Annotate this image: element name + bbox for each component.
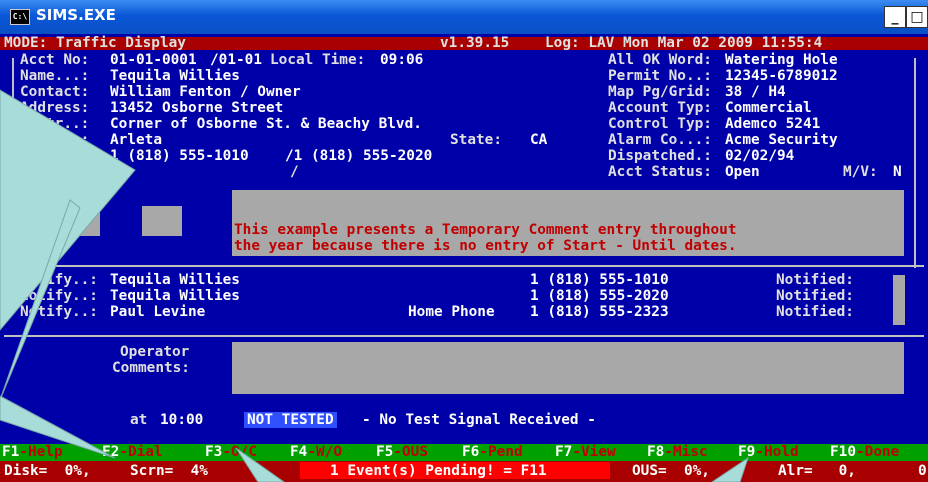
- divider-1: [4, 265, 924, 267]
- fkey-wo[interactable]: F4-W/O: [290, 444, 342, 460]
- notify-name: Tequila Willies: [110, 288, 240, 304]
- permit-value: 12345-6789012: [725, 68, 838, 84]
- operator-label-2: Comments:: [112, 360, 190, 376]
- fkey-done[interactable]: F10-Done: [830, 444, 899, 460]
- notify-label: Notify..:: [20, 304, 98, 320]
- comment-line-2: the year because there is no entry of St…: [234, 238, 737, 254]
- notify-phone: 1 (818) 555-2323: [530, 304, 669, 320]
- dispatched-value: 02/02/94: [725, 148, 795, 164]
- fkey-dial[interactable]: F2-Dial: [102, 444, 163, 460]
- phone2-value: /1 (818) 555-2020: [285, 148, 433, 164]
- start-date-field[interactable]: [60, 206, 100, 236]
- xstr-value: Corner of Osborne St. & Beachy Blvd.: [110, 116, 422, 132]
- fkey-hold[interactable]: F9-Hold: [738, 444, 799, 460]
- fkey-help[interactable]: F1-Help: [2, 444, 63, 460]
- local-time-label: Local Time:: [270, 52, 366, 68]
- state-label: State:: [450, 132, 502, 148]
- not-tested-badge: NOT TESTED: [244, 412, 337, 428]
- city-label: City...:: [20, 132, 90, 148]
- frame-left: [12, 58, 14, 268]
- status-tail: 0: [918, 463, 927, 479]
- contact-value: William Fenton / Owner: [110, 84, 301, 100]
- okword-label: All OK Word:: [608, 52, 712, 68]
- test-at-label: at: [130, 412, 148, 428]
- alarmco-value: Acme Security: [725, 132, 838, 148]
- address-label: Address:: [20, 100, 90, 116]
- ous-usage: OUS= 0%,: [632, 463, 710, 479]
- status-label: Acct Status:: [608, 164, 712, 180]
- notify-name: Paul Levine: [110, 304, 206, 320]
- fkey-view[interactable]: F7-View: [555, 444, 616, 460]
- name-label: Name...:: [20, 68, 90, 84]
- name-value: Tequila Willies: [110, 68, 240, 84]
- ctrltyp-value: Ademco 5241: [725, 116, 821, 132]
- mode-text: MODE: Traffic Display: [4, 35, 186, 51]
- notify-name: Tequila Willies: [110, 272, 240, 288]
- accttyp-label: Account Typ:: [608, 100, 712, 116]
- phone-label: Phone..:: [20, 148, 90, 164]
- sims-window: C:\ SIMS.EXE _ □ × MODE: Traffic Display…: [0, 0, 928, 482]
- minimize-button[interactable]: _: [884, 6, 906, 28]
- city-value: Arleta: [110, 132, 162, 148]
- alarm-count: Alr= 0,: [778, 463, 856, 479]
- alarmco-label: Alarm Co...:: [608, 132, 712, 148]
- permit-label: Permit No..:: [608, 68, 712, 84]
- comment-line-1: This example presents a Temporary Commen…: [234, 222, 737, 238]
- frame-right: [914, 58, 916, 268]
- notify-status: Notified:: [776, 288, 854, 304]
- local-time-value: 09:06: [380, 52, 424, 68]
- notify-label: Notify..:: [20, 272, 98, 288]
- okword-value: Watering Hole: [725, 52, 838, 68]
- state-value: CA: [530, 132, 548, 148]
- notify-type: Home Phone: [408, 304, 495, 320]
- acct-value: 01-01-0001: [110, 52, 197, 68]
- operator-comments-field[interactable]: [232, 342, 904, 394]
- map-label: Map Pg/Grid:: [608, 84, 712, 100]
- acct-sub: /01-01: [210, 52, 262, 68]
- map-value: 38 / H4: [725, 84, 786, 100]
- dispatched-label: Dispatched.:: [608, 148, 712, 164]
- fkey-misc[interactable]: F8-Misc: [647, 444, 708, 460]
- notified-checkbox-column[interactable]: [893, 275, 905, 325]
- notify-label: Notify..:: [20, 288, 98, 304]
- divider-2: [4, 335, 924, 337]
- ctrltyp-label: Control Typ:: [608, 116, 712, 132]
- notify-status: Notified:: [776, 272, 854, 288]
- xstr-label: X-Str..:: [20, 116, 90, 132]
- address-value: 13452 Osborne Street: [110, 100, 284, 116]
- operator-label-1: Operator: [120, 344, 190, 360]
- phone1-value: 1 (818) 555-1010: [110, 148, 249, 164]
- test-time: 10:00: [160, 412, 204, 428]
- until-date-field[interactable]: [142, 206, 182, 236]
- log-text: Log: LAV Mon Mar 02 2009 11:55:4: [545, 35, 823, 51]
- fkey-oc[interactable]: F3-O/C: [205, 444, 257, 460]
- title-bar[interactable]: C:\ SIMS.EXE _ □ ×: [0, 0, 928, 34]
- accttyp-value: Commercial: [725, 100, 812, 116]
- notify-status: Notified:: [776, 304, 854, 320]
- disk-usage: Disk= 0%,: [4, 463, 91, 479]
- notify-phone: 1 (818) 555-1010: [530, 272, 669, 288]
- test-message: - No Test Signal Received -: [362, 412, 596, 428]
- contact-label: Contact:: [20, 84, 90, 100]
- status-value: Open: [725, 164, 760, 180]
- acct-label: Acct No:: [20, 52, 90, 68]
- mv-value: N: [893, 164, 902, 180]
- callbk-label: Call Bk:: [20, 164, 90, 180]
- mv-label: M/V:: [843, 164, 878, 180]
- version-text: v1.39.15: [440, 35, 510, 51]
- pending-events-alert[interactable]: 1 Event(s) Pending! = F11: [330, 463, 547, 479]
- notify-phone: 1 (818) 555-2020: [530, 288, 669, 304]
- maximize-button[interactable]: □: [906, 6, 928, 28]
- screen-usage: Scrn= 4%: [130, 463, 208, 479]
- callbk-sep: /: [290, 164, 299, 180]
- fkey-ous[interactable]: F5-OUS: [376, 444, 428, 460]
- console-icon: C:\: [10, 9, 30, 25]
- fkey-pend[interactable]: F6-Pend: [462, 444, 523, 460]
- window-title: SIMS.EXE: [36, 6, 116, 24]
